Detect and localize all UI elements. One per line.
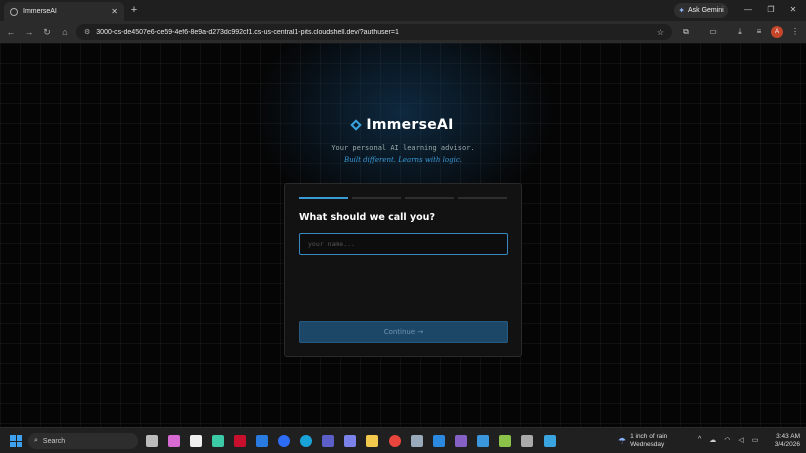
- zoom-icon[interactable]: [278, 435, 290, 447]
- volume-icon[interactable]: ◁: [738, 436, 743, 444]
- teams-chat-icon[interactable]: [344, 435, 356, 447]
- vscode-icon[interactable]: [433, 435, 445, 447]
- teams-icon[interactable]: [322, 435, 334, 447]
- progress-step: [405, 197, 454, 199]
- diamond-logo-icon: [350, 119, 362, 131]
- progress-step: [352, 197, 401, 199]
- store-icon[interactable]: [190, 435, 202, 447]
- task-view-icon[interactable]: [146, 435, 158, 447]
- back-icon[interactable]: ←: [4, 25, 18, 39]
- new-tab-button[interactable]: +: [128, 3, 140, 17]
- ask-gemini-label: Ask Gemini: [687, 7, 724, 14]
- clock-time: 3:43 AM: [776, 433, 800, 440]
- cast-icon[interactable]: ▭: [706, 25, 720, 39]
- ask-gemini-button[interactable]: ✦ Ask Gemini: [674, 3, 728, 18]
- site-info-icon[interactable]: ⚙: [84, 28, 90, 36]
- restore-icon[interactable]: ❐: [764, 3, 778, 17]
- app-icon[interactable]: [212, 435, 224, 447]
- minimize-icon[interactable]: —: [741, 3, 755, 17]
- address-bar[interactable]: ⚙ 3000-cs-de4507e6-ce59-4ef6-8e9a-d273dc…: [76, 24, 672, 40]
- system-tray: ^ ☁ ◠ ◁ ▭: [698, 436, 758, 444]
- home-icon[interactable]: ⌂: [58, 25, 72, 39]
- profile-avatar[interactable]: A: [771, 26, 783, 38]
- clock[interactable]: 3:43 AM 3/4/2026: [770, 433, 800, 449]
- page-content: ImmerseAI Your personal AI learning advi…: [0, 43, 806, 427]
- extensions-icon[interactable]: ⧉: [679, 25, 693, 39]
- menu-icon[interactable]: ⋮: [788, 25, 802, 39]
- weather-condition: 1 inch of rain: [630, 433, 668, 440]
- close-tab-icon[interactable]: ✕: [111, 7, 118, 16]
- sparkle-icon: ✦: [678, 6, 685, 15]
- globe-icon: [10, 7, 18, 16]
- browser-tabstrip: ImmerseAI ✕ + ✦ Ask Gemini — ❐ ✕: [0, 0, 806, 21]
- notepad-icon[interactable]: [477, 435, 489, 447]
- windows-start-icon[interactable]: [10, 435, 22, 447]
- search-label: Search: [42, 437, 66, 445]
- browser-toolbar: ← → ↻ ⌂ ⚙ 3000-cs-de4507e6-ce59-4ef6-8e9…: [0, 21, 806, 43]
- mail-icon[interactable]: [256, 435, 268, 447]
- network-tool-icon[interactable]: [521, 435, 533, 447]
- continue-button[interactable]: Continue →: [299, 321, 508, 343]
- taskbar-search[interactable]: ⌕ Search: [28, 433, 138, 449]
- chrome-icon[interactable]: [389, 435, 401, 447]
- reload-icon[interactable]: ↻: [40, 25, 54, 39]
- chevron-up-icon[interactable]: ^: [698, 436, 701, 444]
- clock-date: 3/4/2026: [774, 441, 800, 448]
- rain-cloud-icon: ☂: [618, 435, 627, 446]
- close-window-icon[interactable]: ✕: [786, 3, 800, 17]
- visual-studio-icon[interactable]: [455, 435, 467, 447]
- windows-taskbar: ⌕ Search ☂ 1 inch of rain Wednesday ^ ☁ …: [0, 427, 806, 453]
- cloud-icon[interactable]: ☁: [709, 436, 716, 444]
- download-icon[interactable]: ⤓: [733, 25, 747, 39]
- brand-logo: ImmerseAI: [0, 117, 806, 133]
- wifi-icon[interactable]: ◠: [724, 436, 730, 444]
- edge-icon[interactable]: [300, 435, 312, 447]
- copilot-icon[interactable]: [168, 435, 180, 447]
- battery-icon[interactable]: ▭: [752, 436, 759, 444]
- weather-widget[interactable]: ☂ 1 inch of rain Wednesday: [618, 433, 688, 449]
- onboarding-card: What should we call you? Continue →: [284, 183, 522, 357]
- immerseai-app-icon[interactable]: [544, 435, 556, 447]
- tab-title: ImmerseAI: [23, 8, 57, 15]
- progress-step: [458, 197, 507, 199]
- remote-desktop-icon[interactable]: [411, 435, 423, 447]
- weather-day: Wednesday: [630, 441, 665, 448]
- progress-step: [299, 197, 348, 199]
- file-explorer-icon[interactable]: [366, 435, 378, 447]
- name-input[interactable]: [299, 233, 508, 255]
- subtagline: Built different. Learns with logic.: [344, 156, 462, 164]
- notes-icon[interactable]: [499, 435, 511, 447]
- forward-icon[interactable]: →: [22, 25, 36, 39]
- question-heading: What should we call you?: [299, 212, 435, 223]
- tagline: Your personal AI learning advisor.: [331, 144, 475, 152]
- browser-tab[interactable]: ImmerseAI ✕: [4, 2, 124, 21]
- translate-icon[interactable]: ≡: [752, 25, 766, 39]
- mcafee-icon[interactable]: [234, 435, 246, 447]
- bookmark-star-icon[interactable]: ☆: [657, 28, 664, 37]
- search-icon: ⌕: [34, 437, 38, 444]
- progress-steps: [299, 197, 507, 199]
- url-text: 3000-cs-de4507e6-ce59-4ef6-8e9a-d273dc99…: [96, 28, 399, 36]
- brand-name: ImmerseAI: [366, 117, 454, 133]
